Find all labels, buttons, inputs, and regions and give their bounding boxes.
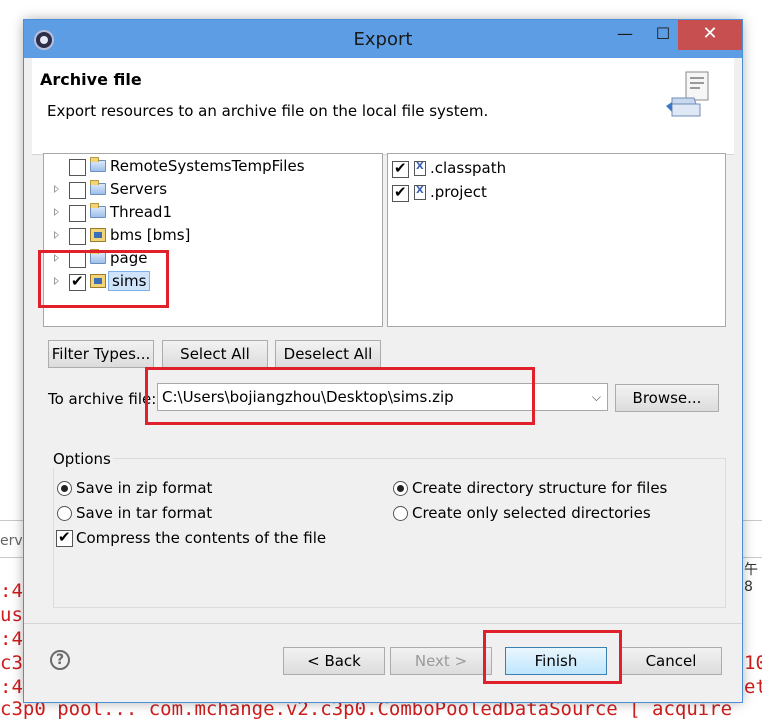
tar-format-radio[interactable] (57, 506, 72, 521)
browse-button[interactable]: Browse... (615, 384, 719, 412)
project-icon (90, 228, 106, 242)
tree-item[interactable]: bms [bms] (44, 225, 374, 247)
expand-arrow-icon[interactable] (54, 185, 59, 193)
file-item-label: .project (430, 183, 487, 201)
close-button[interactable]: ✕ (678, 20, 742, 50)
back-button[interactable]: < Back (283, 647, 385, 675)
minimize-button[interactable]: — (606, 20, 644, 50)
folder-icon (90, 157, 106, 172)
next-button[interactable]: Next > (390, 647, 492, 675)
highlight-box-archive-path (145, 367, 535, 425)
help-icon[interactable]: ? (50, 650, 70, 670)
page-title: Archive file (40, 70, 142, 89)
tree-item-checkbox[interactable] (69, 182, 86, 199)
tree-item-label: Thread1 (110, 203, 172, 221)
file-item-checkbox[interactable] (392, 183, 409, 202)
export-dialog: Export — ☐ ✕ Archive file Export resourc… (24, 20, 742, 702)
xml-file-icon (414, 161, 426, 176)
console-line: :4 (0, 580, 23, 602)
tree-item[interactable]: Servers (44, 179, 374, 201)
highlight-box-sims (38, 250, 169, 308)
page-description: Export resources to an archive file on t… (47, 102, 489, 120)
console-line: 10 (744, 652, 762, 674)
cancel-button[interactable]: Cancel (620, 647, 722, 675)
file-item-label: .classpath (430, 159, 507, 177)
tar-format-label[interactable]: Save in tar format (76, 504, 212, 522)
wizard-header: Archive file Export resources to an arch… (32, 58, 734, 155)
console-line: us (0, 604, 23, 626)
tree-item-checkbox[interactable] (69, 205, 86, 222)
options-title: Options (51, 450, 113, 468)
archive-file-label: To archive file: (48, 390, 157, 408)
tree-item-label: bms [bms] (110, 226, 191, 244)
file-list[interactable]: .classpath .project (387, 153, 726, 327)
expand-arrow-icon[interactable] (54, 208, 59, 216)
compress-checkbox[interactable] (56, 528, 73, 547)
create-selected-label[interactable]: Create only selected directories (412, 504, 651, 522)
folder-icon (90, 180, 106, 195)
zip-format-label[interactable]: Save in zip format (76, 479, 212, 497)
console-line: :4 (0, 676, 23, 698)
expand-arrow-icon[interactable] (54, 231, 59, 239)
background-tab-time: 午8 (744, 562, 758, 595)
console-line: :4 (0, 628, 23, 650)
folder-icon (90, 203, 106, 218)
compress-label[interactable]: Compress the contents of the file (76, 529, 326, 547)
file-item[interactable]: .classpath (388, 158, 718, 180)
select-all-button[interactable]: Select All (162, 340, 268, 368)
chevron-down-icon[interactable]: ⌵ (592, 390, 601, 405)
tree-item-checkbox[interactable] (69, 228, 86, 245)
deselect-all-button[interactable]: Deselect All (275, 340, 381, 368)
archive-wizard-icon (666, 71, 709, 117)
filter-types-button[interactable]: Filter Types... (48, 340, 154, 368)
create-structure-label[interactable]: Create directory structure for files (412, 479, 667, 497)
maximize-button[interactable]: ☐ (644, 20, 682, 50)
file-item[interactable]: .project (388, 182, 718, 204)
footer-separator (24, 623, 742, 624)
tree-item[interactable]: RemoteSystemsTempFiles (44, 156, 374, 178)
highlight-box-finish (483, 630, 622, 684)
title-bar[interactable]: Export — ☐ ✕ (24, 20, 742, 58)
console-line: c3 (0, 652, 23, 674)
zip-format-radio[interactable] (57, 481, 72, 496)
xml-file-icon (414, 185, 426, 200)
create-selected-radio[interactable] (393, 506, 408, 521)
console-line: et (744, 676, 762, 698)
tree-item-label: Servers (110, 180, 168, 198)
file-item-checkbox[interactable] (392, 159, 409, 178)
tree-item[interactable]: Thread1 (44, 202, 374, 224)
create-structure-radio[interactable] (393, 481, 408, 496)
tree-item-checkbox[interactable] (69, 159, 86, 176)
tree-item-label: RemoteSystemsTempFiles (110, 157, 305, 175)
